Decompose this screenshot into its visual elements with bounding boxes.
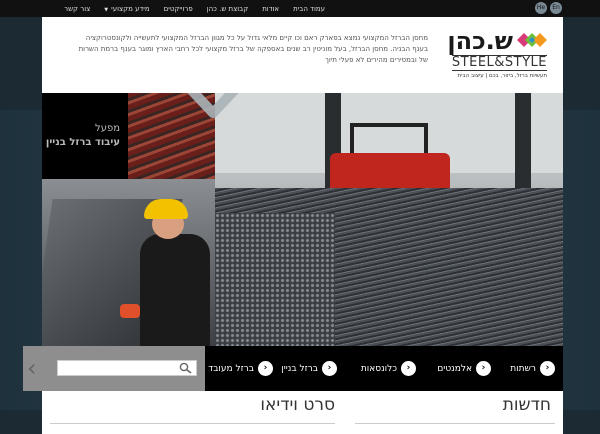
logo-hebrew-text: ש.כהן xyxy=(447,27,513,55)
video-divider xyxy=(50,423,335,424)
intro-paragraph: מחסן הברזל המקצועי נמצא בפארק ראם וכו קי… xyxy=(78,34,428,64)
factory-tile-line2: עיבוד ברזל בניין xyxy=(45,137,120,148)
top-nav-menu: עמוד הבית אודות קבוצת ש. כהן פרוייקטים מ… xyxy=(57,0,332,17)
arrow-left-icon: ‹ xyxy=(476,361,491,376)
factory-tile[interactable]: מפעל עיבוד ברזל בניין xyxy=(42,93,128,179)
logo-tagline: תעשיות ברזל, ביזור, בכם | עיצוב הבית xyxy=(457,73,547,79)
worker-photo xyxy=(42,179,215,346)
chevron-left-icon[interactable]: ‹ xyxy=(27,356,49,381)
category-piles[interactable]: ‹ כלונסאות xyxy=(361,346,416,391)
top-navigation-bar: עמוד הבית אודות קבוצת ש. כהן פרוייקטים מ… xyxy=(0,0,600,17)
category-bar: ‹ רשתות ‹ אלמנטים ‹ כלונסאות ‹ ברזל בניי… xyxy=(205,346,563,391)
nav-item-professional-info[interactable]: מידע מקצועי▼ xyxy=(97,5,156,13)
search-panel: ‹ xyxy=(23,346,205,391)
category-label: כלונסאות xyxy=(360,363,397,374)
forklift-photo xyxy=(215,93,563,346)
category-label: ברזל מעובד xyxy=(208,363,254,374)
search-icon[interactable] xyxy=(179,362,193,374)
nav-item-about[interactable]: אודות xyxy=(255,5,286,13)
news-divider xyxy=(355,423,555,424)
nav-item-group[interactable]: קבוצת ש. כהן xyxy=(200,5,256,13)
search-input[interactable] xyxy=(57,360,197,376)
chevron-down-icon: ▼ xyxy=(104,6,109,13)
category-nets[interactable]: ‹ רשתות xyxy=(510,346,555,391)
nav-item-projects[interactable]: פרוייקטים xyxy=(157,5,200,13)
arrow-left-icon: ‹ xyxy=(540,361,555,376)
scroll-down-chevron-icon[interactable] xyxy=(177,93,249,125)
category-label: רשתות xyxy=(510,363,536,374)
site-logo[interactable]: ש.כהן STEEL&STYLE תעשיות ברזל, ביזור, בכ… xyxy=(447,27,547,87)
video-section-title: סרט וידיאו xyxy=(260,395,335,415)
category-processed-iron[interactable]: ‹ ברזל מעובד xyxy=(208,346,273,391)
arrow-left-icon: ‹ xyxy=(322,361,337,376)
nav-item-home[interactable]: עמוד הבית xyxy=(286,5,332,13)
hero-banner: מפעל עיבוד ברזל בניין xyxy=(42,93,563,346)
logo-mark-icon xyxy=(517,33,547,47)
category-building-iron[interactable]: ‹ ברזל בניין xyxy=(281,346,337,391)
factory-tile-line1: מפעל xyxy=(95,123,120,134)
category-label: אלמנטים xyxy=(437,363,472,374)
category-elements[interactable]: ‹ אלמנטים xyxy=(437,346,491,391)
header-panel: ש.כהן STEEL&STYLE תעשיות ברזל, ביזור, בכ… xyxy=(42,17,563,93)
news-section-title: חדשות xyxy=(502,395,551,415)
lang-en-button[interactable]: En xyxy=(550,2,562,14)
category-label: ברזל בניין xyxy=(281,363,318,374)
arrow-left-icon: ‹ xyxy=(258,361,273,376)
arrow-left-icon: ‹ xyxy=(401,361,416,376)
lower-content: חדשות סרט וידיאו xyxy=(42,391,563,434)
lang-he-button[interactable]: He xyxy=(535,2,547,14)
nav-item-contact[interactable]: צור קשר xyxy=(57,5,97,13)
logo-english-text: STEEL&STYLE xyxy=(451,55,547,71)
nav-item-professional-info-label: מידע מקצועי xyxy=(111,4,150,13)
